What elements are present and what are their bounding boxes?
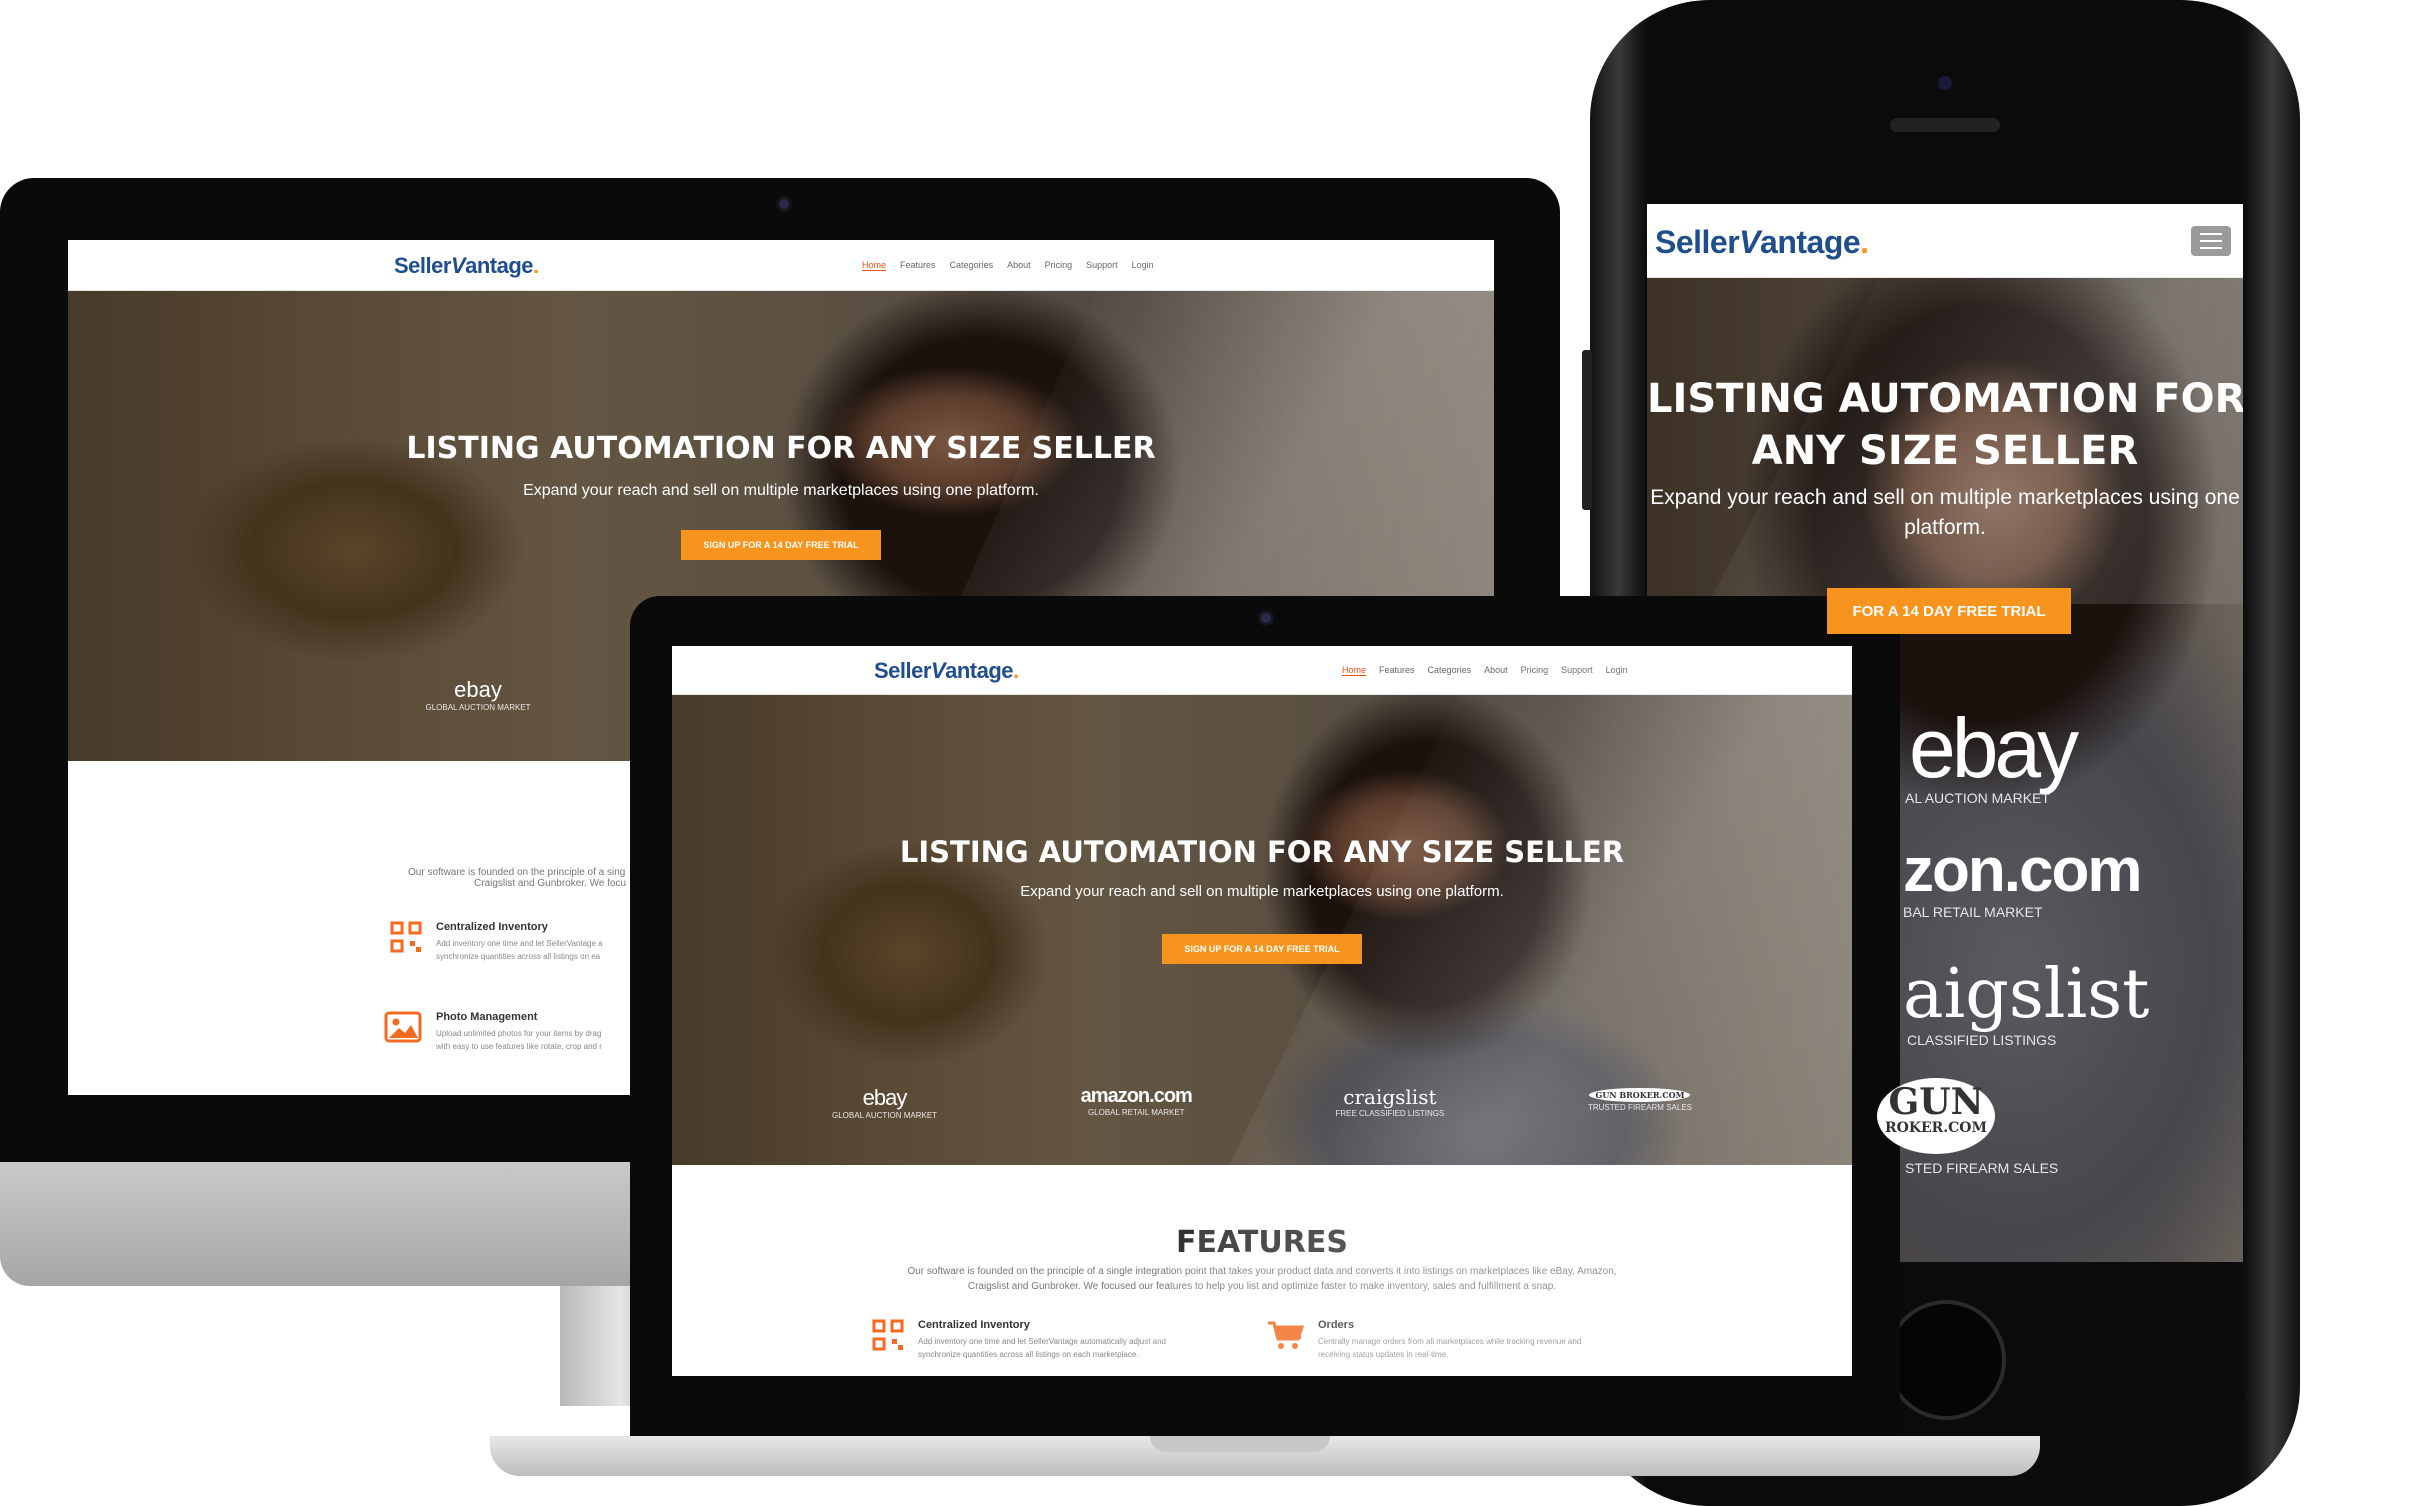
- phone-volume-buttons: [1582, 350, 1592, 510]
- mobile-hero-title-line1: LISTING AUTOMATION FOR: [1647, 376, 2243, 422]
- qr-code-icon: [872, 1319, 904, 1351]
- monitor-camera: [776, 196, 792, 212]
- market-ebay: ebay GLOBAL AUCTION MARKET: [425, 677, 531, 712]
- nav-pricing[interactable]: Pricing: [1521, 665, 1549, 676]
- laptop-signup-button[interactable]: SIGN UP FOR A 14 DAY FREE TRIAL: [1162, 934, 1362, 964]
- mobile-hero-title-line2: ANY SIZE SELLER: [1751, 428, 2139, 474]
- nav-home[interactable]: Home: [862, 260, 887, 271]
- market-amazon: amazon.com GLOBAL RETAIL MARKET: [1080, 1085, 1193, 1117]
- nav-support[interactable]: Support: [1086, 260, 1118, 271]
- mobile-hero-subtitle-line2: platform.: [1904, 516, 1986, 539]
- nav-home[interactable]: Home: [1342, 665, 1367, 676]
- laptop-navbar: SellerVantage. Home Features Categories …: [672, 646, 1852, 695]
- mobile-market-ebay: ebay AL AUCTION MARKET: [1905, 701, 2079, 806]
- market-ebay: ebay GLOBAL AUCTION MARKET: [832, 1085, 938, 1120]
- laptop: SellerVantage. Home Features Categories …: [490, 596, 2040, 1506]
- nav-login[interactable]: Login: [1132, 260, 1154, 271]
- mobile-market-craigslist: aigslist CLASSIFIED LISTINGS: [1903, 955, 2150, 1049]
- laptop-hero-title: LISTING AUTOMATION FOR ANY SIZE SELLER: [899, 835, 1625, 869]
- nav-support[interactable]: Support: [1561, 665, 1593, 676]
- mobile-market-amazon: zon.com BAL RETAIL MARKET: [1903, 836, 2142, 921]
- feature-orders: Orders Centrally manage orders from all …: [1266, 1319, 1581, 1359]
- shopping-cart-icon: [1266, 1319, 1305, 1351]
- nav-about[interactable]: About: [1007, 260, 1031, 271]
- nav-menu: Home Features Categories About Pricing S…: [862, 260, 1154, 271]
- phone-speaker: [1890, 118, 2000, 132]
- mobile-market-gunbroker: GUN ROKER.COM STED FIREARM SALES: [1877, 1078, 2217, 1176]
- image-icon: [384, 1011, 422, 1043]
- hero-subtitle: Expand your reach and sell on multiple m…: [523, 482, 1039, 499]
- laptop-notch: [1150, 1436, 1330, 1452]
- laptop-hero-subtitle: Expand your reach and sell on multiple m…: [1020, 883, 1504, 900]
- mobile-hero-subtitle-line1: Expand your reach and sell on multiple m…: [1650, 486, 2240, 509]
- market-gunbroker: GUN BROKER.COM TRUSTED FIREARM SALES: [1587, 1088, 1692, 1112]
- features-intro: Our software is founded on the principle…: [907, 1266, 1617, 1292]
- mobile-logo[interactable]: SellerVantage.: [1655, 224, 1869, 261]
- hamburger-icon[interactable]: [2191, 226, 2231, 256]
- nav-about[interactable]: About: [1484, 665, 1508, 676]
- mobile-signup-button[interactable]: FOR A 14 DAY FREE TRIAL: [1827, 588, 2071, 634]
- nav-login[interactable]: Login: [1606, 665, 1628, 676]
- mobile-navbar: SellerVantage.: [1647, 204, 2243, 278]
- site-navbar: SellerVantage. Home Features Categories …: [68, 240, 1494, 291]
- nav-features[interactable]: Features: [1379, 665, 1415, 676]
- market-craigslist: craigslist FREE CLASSIFIED LISTINGS: [1335, 1085, 1445, 1118]
- features-title: FEATURES: [1176, 1225, 1348, 1260]
- laptop-logo[interactable]: SellerVantage.: [874, 658, 1019, 684]
- nav-features[interactable]: Features: [900, 260, 936, 271]
- laptop-camera: [1258, 610, 1274, 626]
- laptop-screen: SellerVantage. Home Features Categories …: [672, 646, 1852, 1376]
- nav-categories[interactable]: Categories: [1428, 665, 1472, 676]
- laptop-nav-menu: Home Features Categories About Pricing S…: [1342, 665, 1628, 676]
- hero-title: LISTING AUTOMATION FOR ANY SIZE SELLER: [406, 431, 1156, 466]
- phone-camera: [1938, 76, 1952, 90]
- marketplace-logos: ebay GLOBAL AUCTION MARKET amazon.com GLOB…: [672, 1085, 1852, 1120]
- feature-inventory: Centralized Inventory Add inventory one …: [872, 1319, 1166, 1359]
- nav-categories[interactable]: Categories: [950, 260, 994, 271]
- qr-code-icon: [390, 921, 422, 953]
- signup-button[interactable]: SIGN UP FOR A 14 DAY FREE TRIAL: [681, 530, 881, 560]
- laptop-hero: LISTING AUTOMATION FOR ANY SIZE SELLER E…: [672, 695, 1852, 1165]
- site-logo[interactable]: SellerVantage.: [394, 253, 539, 279]
- laptop-features-section: FEATURES Our software is founded on the …: [672, 1165, 1852, 1376]
- nav-pricing[interactable]: Pricing: [1045, 260, 1073, 271]
